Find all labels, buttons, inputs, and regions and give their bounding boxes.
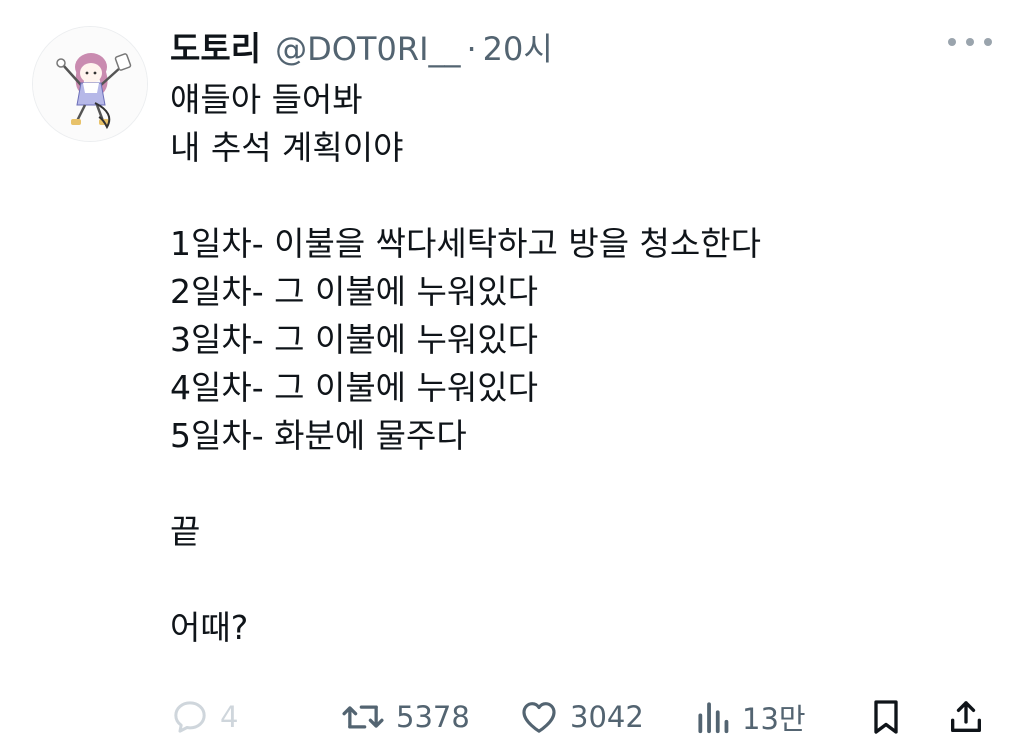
tweet-line: 얘들아 들어봐 xyxy=(170,80,363,119)
tweet-line: 어때? xyxy=(170,608,249,647)
reply-icon xyxy=(174,701,206,733)
action-bar: 4 5378 3042 13만 xyxy=(168,690,998,744)
tweet-line: 2일차- 그 이불에 누워있다 xyxy=(170,272,538,311)
author-handle[interactable]: @DOT0RI__ xyxy=(275,30,460,68)
avatar[interactable] xyxy=(32,26,148,142)
more-options-icon[interactable] xyxy=(948,34,992,50)
timestamp[interactable]: 20시 xyxy=(483,24,553,70)
tweet-line: 3일차- 그 이불에 누워있다 xyxy=(170,320,538,359)
reply-count: 4 xyxy=(220,700,239,734)
retweet-button[interactable]: 5378 xyxy=(340,690,470,744)
avatar-illustration xyxy=(33,27,147,141)
tweet-line: 끝 xyxy=(170,512,201,551)
like-button[interactable]: 3042 xyxy=(518,690,644,744)
author-name[interactable]: 도토리 xyxy=(170,22,261,70)
tweet-body: 얘들아 들어봐 내 추석 계획이야 1일차- 이불을 싹다세탁하고 방을 청소한… xyxy=(170,76,990,652)
bookmark-button[interactable] xyxy=(866,690,906,744)
like-count: 3042 xyxy=(570,700,644,734)
tweet-header: 도토리 @DOT0RI__ · 20시 xyxy=(170,22,553,70)
tweet-line: 4일차- 그 이불에 누워있다 xyxy=(170,368,538,407)
share-button[interactable] xyxy=(946,690,986,744)
retweet-icon xyxy=(342,705,384,729)
retweet-count: 5378 xyxy=(396,700,470,734)
separator-dot: · xyxy=(466,30,477,68)
views-button[interactable]: 13만 xyxy=(694,690,806,744)
reply-button[interactable]: 4 xyxy=(170,690,238,744)
heart-icon xyxy=(522,702,556,733)
tweet-line: 1일차- 이불을 싹다세탁하고 방을 청소한다 xyxy=(170,224,761,263)
tweet-line: 5일차- 화분에 물주다 xyxy=(170,416,467,455)
tweet-line: 내 추석 계획이야 xyxy=(170,128,404,167)
views-count: 13만 xyxy=(742,702,806,736)
bookmark-icon xyxy=(874,700,898,734)
share-icon xyxy=(951,701,981,732)
views-icon xyxy=(698,702,729,734)
